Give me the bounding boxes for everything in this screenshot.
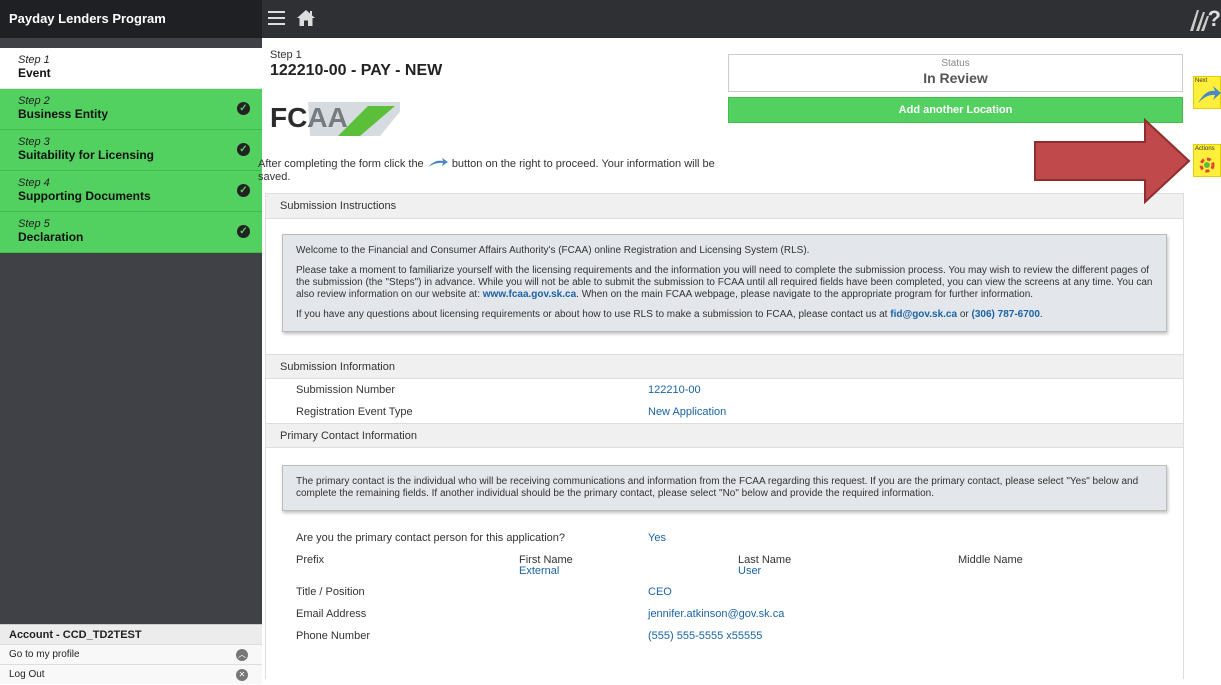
status-value: In Review xyxy=(923,70,988,86)
page-title: 122210-00 - PAY - NEW xyxy=(270,62,443,79)
top-bar: ? xyxy=(262,0,1221,38)
sidebar-step-supporting-documents[interactable]: Step 4 Supporting Documents ✓ xyxy=(0,171,262,212)
field-value: External xyxy=(519,565,560,577)
check-icon: ✓ xyxy=(237,184,250,197)
sidebar: Payday Lenders Program Step 1 Event Step… xyxy=(0,0,262,684)
primary-contact-row: Are you the primary contact person for t… xyxy=(266,527,1183,549)
last-name-field: Last Name User xyxy=(738,555,791,577)
sidebar-step-event[interactable]: Step 1 Event xyxy=(0,48,262,89)
chevron-up-icon: ︿ xyxy=(236,649,248,661)
go-to-profile-link[interactable]: Go to my profile ︿ xyxy=(0,644,262,664)
step-number: Step 3 xyxy=(18,136,50,148)
field-label: Title / Position xyxy=(296,586,365,598)
contact-info-text: The primary contact is the individual wh… xyxy=(296,476,1139,499)
instructions-text: . When on the main FCAA webpage, please … xyxy=(576,289,1034,300)
field-value: 122210-00 xyxy=(648,384,701,396)
profile-label: Go to my profile xyxy=(9,649,80,660)
section-heading-submission: Submission Information xyxy=(266,354,1183,379)
instructions-paragraph: Please take a moment to familiarize your… xyxy=(296,265,1153,301)
name-row: Prefix First Name External Last Name User … xyxy=(266,549,1183,581)
actions-button[interactable]: Actions xyxy=(1193,144,1221,177)
section-heading-contact: Primary Contact Information xyxy=(266,423,1183,448)
step-name: Supporting Documents xyxy=(18,189,151,203)
step-name: Business Entity xyxy=(18,107,109,121)
phone-link[interactable]: (306) 787-6700 xyxy=(972,309,1040,320)
instructions-paragraph: Welcome to the Financial and Consumer Af… xyxy=(296,245,810,256)
phone-row: Phone Number (555) 555-5555 x55555 xyxy=(266,625,1183,647)
instructions-text: . xyxy=(1039,309,1043,320)
red-pointer-arrow-icon xyxy=(1034,118,1191,204)
prefix-field: Prefix xyxy=(296,555,324,566)
field-value: Yes xyxy=(648,532,666,544)
instructions-text: or xyxy=(959,309,969,320)
saskatchewan-logo-icon xyxy=(1187,8,1209,32)
step-label: Step 1 xyxy=(270,49,302,61)
status-label: Status xyxy=(941,58,970,69)
step-name: Declaration xyxy=(18,230,84,244)
email-link[interactable]: fid@gov.sk.ca xyxy=(890,309,957,320)
field-label: Middle Name xyxy=(958,554,1023,566)
check-icon: ✓ xyxy=(237,102,250,115)
menu-icon[interactable] xyxy=(268,11,285,26)
step-name: Event xyxy=(18,66,51,80)
account-panel: Account - CCD_TD2TEST Go to my profile ︿… xyxy=(0,624,262,684)
proceed-text-part1: After completing the form click the xyxy=(258,158,424,170)
field-value: jennifer.atkinson@gov.sk.ca xyxy=(648,608,785,620)
next-button[interactable]: Next xyxy=(1193,76,1221,109)
account-title: Account - CCD_TD2TEST xyxy=(0,624,262,644)
contact-info-box: The primary contact is the individual wh… xyxy=(282,465,1167,511)
event-type-row: Registration Event Type New Application xyxy=(266,401,1183,423)
instructions-text: If you have any questions about licensin… xyxy=(296,309,888,320)
first-name-field: First Name External xyxy=(519,555,573,577)
next-label: Next xyxy=(1195,78,1208,84)
email-row: Email Address jennifer.atkinson@gov.sk.c… xyxy=(266,603,1183,625)
field-label: Are you the primary contact person for t… xyxy=(296,532,566,544)
sidebar-step-declaration[interactable]: Step 5 Declaration ✓ xyxy=(0,212,262,253)
check-icon: ✓ xyxy=(237,143,250,156)
step-number: Step 5 xyxy=(18,218,50,230)
submission-number-row: Submission Number 122210-00 xyxy=(266,379,1183,401)
home-icon[interactable] xyxy=(296,8,316,28)
field-label: Phone Number xyxy=(296,630,370,642)
program-title: Payday Lenders Program xyxy=(0,0,262,38)
logout-link[interactable]: Log Out ✕ xyxy=(0,664,262,684)
step-name: Suitability for Licensing xyxy=(18,148,155,162)
middle-name-field: Middle Name xyxy=(958,555,1023,566)
sidebar-step-business-entity[interactable]: Step 2 Business Entity ✓ xyxy=(0,89,262,130)
actions-label: Actions xyxy=(1195,146,1215,152)
logout-label: Log Out xyxy=(9,669,45,680)
field-label: Prefix xyxy=(296,554,325,566)
fcaa-website-link[interactable]: www.fcaa.gov.sk.ca xyxy=(483,289,576,300)
form-panel: Submission Instructions Welcome to the F… xyxy=(265,193,1184,679)
field-value: New Application xyxy=(648,406,727,418)
help-icon[interactable]: ? xyxy=(1208,6,1221,32)
field-label: Submission Number xyxy=(296,384,396,396)
close-icon: ✕ xyxy=(236,669,248,681)
instructions-box: Welcome to the Financial and Consumer Af… xyxy=(282,234,1167,332)
field-value: (555) 555-5555 x55555 xyxy=(648,630,763,642)
check-icon: ✓ xyxy=(237,225,250,238)
sidebar-spacer xyxy=(0,38,262,48)
step-number: Step 2 xyxy=(18,95,50,107)
field-value: User xyxy=(738,565,762,577)
fcaa-logo: FCAA xyxy=(270,94,408,136)
field-value: CEO xyxy=(648,586,672,598)
sidebar-step-suitability[interactable]: Step 3 Suitability for Licensing ✓ xyxy=(0,130,262,171)
status-box: Status In Review xyxy=(728,54,1183,92)
title-row: Title / Position CEO xyxy=(266,581,1183,603)
step-number: Step 4 xyxy=(18,177,50,189)
field-label: Email Address xyxy=(296,608,367,620)
instructions-paragraph: If you have any questions about licensin… xyxy=(296,309,1153,321)
proceed-instructions: After completing the form click the butt… xyxy=(258,158,718,184)
step-number: Step 1 xyxy=(18,54,50,66)
next-arrow-icon xyxy=(427,158,449,168)
field-label: Registration Event Type xyxy=(296,406,413,418)
right-action-bar: Next Actions xyxy=(1190,38,1221,679)
